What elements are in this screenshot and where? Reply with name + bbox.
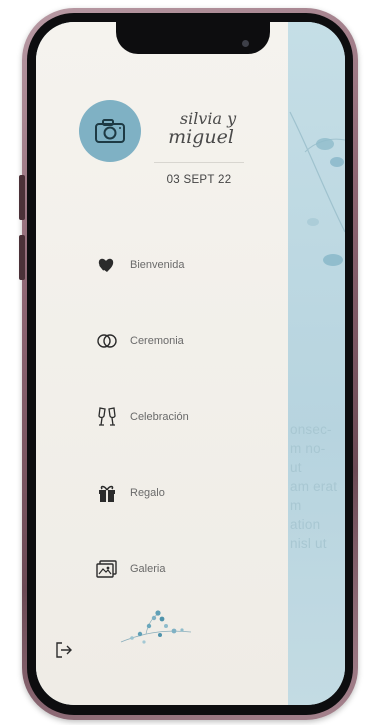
phone-notch [116,22,270,54]
menu-item-galeria[interactable]: Galeria [94,556,165,582]
menu-item-label: Bienvenida [130,259,185,271]
menu-item-label: Celebración [130,411,189,423]
camera-avatar-button[interactable] [79,100,141,162]
menu-item-celebracion[interactable]: Celebración [94,404,189,430]
camera-icon [95,119,125,143]
bg-text-line: onsec- [290,422,332,437]
bg-text-line: ut [290,460,302,475]
phone-side-button-upper [19,175,25,220]
menu-item-label: Galeria [130,563,166,575]
menu-item-regalo[interactable]: Regalo [94,480,165,506]
divider [154,162,244,163]
logout-icon [56,642,72,658]
menu-item-ceremonia[interactable]: Ceremonia [94,328,184,354]
bg-text-line: ation [290,517,321,532]
rings-icon [94,330,120,352]
menu-item-label: Ceremonia [130,335,184,347]
phone-side-button-lower [19,235,25,280]
floral-decoration-icon [120,610,192,644]
logout-button[interactable] [54,640,74,660]
bg-text-line: nisl ut [290,536,327,551]
menu-item-bienvenida[interactable]: Bienvenida [94,252,184,278]
phone-screen: onsec- m no- ut am erat m ation nisl ut … [36,22,345,705]
front-camera [242,40,249,47]
menu-item-label: Regalo [130,487,165,499]
event-date: 03 SEPT 22 [166,174,232,186]
heart-hands-icon [94,254,120,276]
gift-icon [94,482,120,504]
bg-text-line: m [290,498,302,513]
bg-text-line: m no- [290,441,326,456]
couple-names: silvia y miguel [146,110,256,148]
leaves-decoration-icon [289,111,345,266]
navigation-drawer: silvia y miguel 03 SEPT 22 Bienvenida Ce… [36,22,288,705]
bg-text-line: am erat [290,479,338,494]
background-page-panel [285,22,345,705]
couple-name-line2: miguel [168,126,234,148]
background-page-text: onsec- m no- ut am erat m ation nisl ut [290,420,345,553]
gallery-icon [94,558,120,580]
toast-glasses-icon [94,406,120,428]
